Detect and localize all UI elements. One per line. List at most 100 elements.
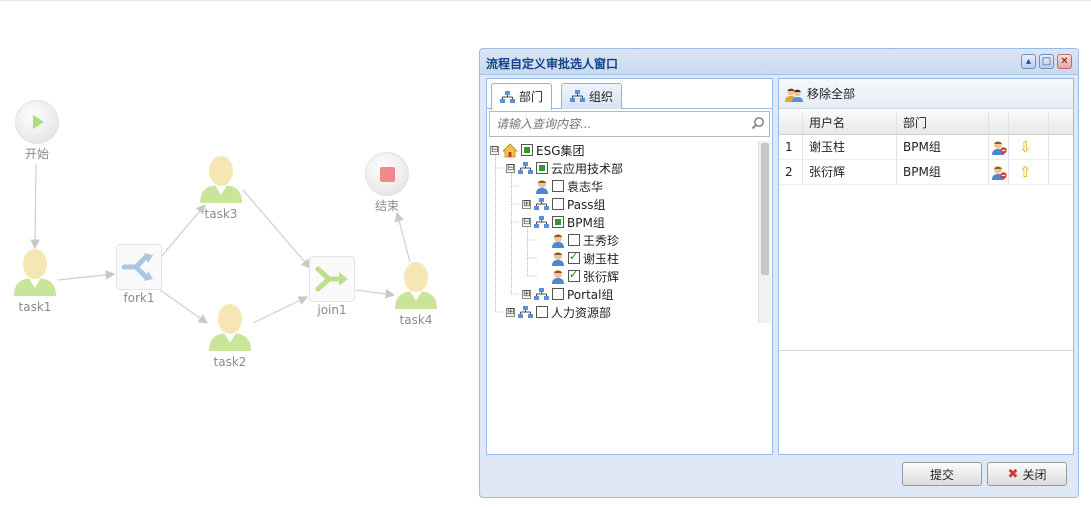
tree-node-cloud-dept[interactable]: ⊟ 云应用技术部 [506, 159, 623, 177]
tree-node-label: 张衍辉 [583, 269, 620, 284]
user-icon [536, 179, 548, 194]
table-row[interactable]: 2 张衍辉 BPM组 ⇧ [779, 160, 1073, 185]
tree-node-user[interactable]: 张衍辉 [551, 267, 619, 285]
stop-icon [380, 167, 395, 182]
org-tree-icon [518, 305, 533, 318]
workflow-canvas: 开始 结束 task1 task3 task2 task4 fork1 join… [0, 0, 470, 507]
dialog-header[interactable]: 流程自定义审批选人窗口 ▴ □ ✕ [480, 49, 1078, 75]
remove-all-button[interactable]: 移除全部 [779, 79, 1073, 109]
join1-node[interactable]: join1 [308, 256, 356, 317]
user-task-icon [395, 262, 437, 309]
expand-toggle[interactable]: ⊞ [522, 289, 531, 299]
tree-node-bpm-group[interactable]: ⊟ BPM组 [522, 213, 605, 231]
user-remove-icon[interactable] [991, 139, 1007, 155]
tree-checkbox[interactable] [536, 162, 548, 174]
org-tree-icon [570, 90, 585, 102]
close-x-icon: ✖ [1007, 466, 1019, 482]
org-tree-icon [534, 197, 549, 210]
expand-toggle[interactable]: ⊞ [522, 199, 531, 209]
dialog-title: 流程自定义审批选人窗口 [486, 57, 619, 71]
tree-node-user[interactable]: 谢玉柱 [551, 249, 619, 267]
search-input[interactable] [494, 113, 744, 135]
workflow-edges [30, 163, 411, 324]
search-icon[interactable] [751, 116, 765, 130]
close-window-button[interactable]: ✕ [1057, 54, 1072, 69]
join1-label: join1 [317, 303, 347, 317]
remove-all-label: 移除全部 [807, 87, 856, 101]
tree-node-portal-group[interactable]: ⊞ Portal组 [522, 285, 613, 303]
grid-bottom-border [779, 350, 1073, 351]
collapse-toggle[interactable]: ⊟ [522, 217, 531, 227]
arrow-down-icon[interactable]: ⇩ [1019, 138, 1032, 156]
task1-node[interactable]: task1 [12, 248, 58, 314]
tree-checkbox[interactable] [568, 250, 580, 264]
org-tree-icon [500, 90, 515, 103]
cell-dept: BPM组 [897, 160, 989, 184]
tree-node-user[interactable]: 袁志华 [535, 177, 603, 195]
tree-node-pass-group[interactable]: ⊞ Pass组 [522, 195, 606, 213]
edge-fork1-task2 [159, 289, 208, 324]
tree-checkbox[interactable] [536, 306, 548, 318]
start-label: 开始 [24, 147, 49, 161]
user-icon [552, 269, 564, 284]
tree-node-label: ESG集团 [536, 143, 585, 158]
user-task-icon [209, 304, 251, 351]
task2-node[interactable]: task2 [207, 303, 253, 369]
start-node[interactable]: 开始 [14, 100, 60, 162]
cell-remove-user[interactable] [989, 160, 1009, 184]
column-header-dept[interactable]: 部门 [897, 111, 989, 134]
org-panel: 部门 组织 请输入查询内容... ⊟ ESG集团 ⊟ 云应用技术部 袁志华 ⊞ … [486, 78, 773, 455]
table-row[interactable]: 1 谢玉柱 BPM组 ⇩ [779, 135, 1073, 160]
tree-checkbox[interactable] [552, 198, 564, 210]
close-label: 关闭 [1022, 467, 1047, 482]
end-circle [365, 152, 409, 196]
tree-checkbox[interactable] [552, 288, 564, 300]
submit-button[interactable]: 提交 [902, 462, 982, 486]
tree-checkbox[interactable] [521, 144, 533, 156]
fork1-node[interactable]: fork1 [115, 244, 163, 305]
collapse-toggle[interactable]: ⊟ [490, 145, 499, 155]
tree-node-label: Portal组 [567, 287, 614, 302]
expand-toggle[interactable]: ⊞ [506, 307, 515, 317]
edge-join1-task4 [355, 289, 396, 299]
end-node[interactable]: 结束 [364, 152, 410, 214]
column-header-move [1009, 111, 1049, 134]
maximize-button[interactable]: □ [1039, 54, 1054, 69]
tree-node-label: 袁志华 [567, 179, 604, 194]
task4-node[interactable]: task4 [393, 261, 439, 327]
end-label: 结束 [374, 199, 399, 213]
tree-node-hr-dept[interactable]: ⊞ 人力资源部 [506, 303, 611, 321]
selected-users-panel: 移除全部 用户名 部门 1 谢玉柱 BPM组 ⇩ 2 张衍辉 BPM组 ⇧ [778, 78, 1074, 455]
tab-organization[interactable]: 组织 [561, 83, 623, 109]
tree-node-user[interactable]: 王秀珍 [551, 231, 619, 249]
tree-node-esg-group[interactable]: ⊟ ESG集团 [490, 141, 585, 159]
tree-checkbox[interactable] [552, 216, 564, 228]
dialog-footer: 提交 ✖ 关闭 [480, 459, 1078, 495]
user-task-icon [14, 249, 56, 296]
column-header-username[interactable]: 用户名 [803, 111, 897, 134]
row-number: 2 [779, 160, 803, 184]
user-remove-icon[interactable] [991, 164, 1007, 180]
tree-node-label: 谢玉柱 [583, 251, 620, 266]
scrollbar-thumb[interactable] [761, 143, 769, 275]
cell-move-down[interactable]: ⇩ [1009, 135, 1049, 159]
edge-task4-end [394, 211, 411, 263]
fork-icon [122, 253, 153, 281]
minimize-button[interactable]: ▴ [1021, 54, 1036, 69]
row-number-header [779, 111, 803, 134]
collapse-toggle[interactable]: ⊟ [506, 163, 515, 173]
users-group-icon [785, 88, 803, 102]
arrow-up-icon[interactable]: ⇧ [1019, 163, 1032, 181]
task4-label: task4 [399, 313, 433, 327]
tree-checkbox[interactable] [552, 180, 564, 192]
tree-scrollbar[interactable] [758, 141, 771, 323]
tree-checkbox[interactable] [568, 268, 580, 282]
selected-users-grid: 用户名 部门 1 谢玉柱 BPM组 ⇩ 2 张衍辉 BPM组 ⇧ [779, 111, 1073, 185]
tab-department[interactable]: 部门 [491, 83, 553, 110]
cell-remove-user[interactable] [989, 135, 1009, 159]
tree-checkbox[interactable] [568, 234, 580, 246]
edge-task3-join1 [242, 189, 311, 269]
close-button[interactable]: ✖ 关闭 [987, 462, 1067, 486]
cell-move-up[interactable]: ⇧ [1009, 160, 1049, 184]
task3-node[interactable]: task3 [198, 155, 244, 221]
